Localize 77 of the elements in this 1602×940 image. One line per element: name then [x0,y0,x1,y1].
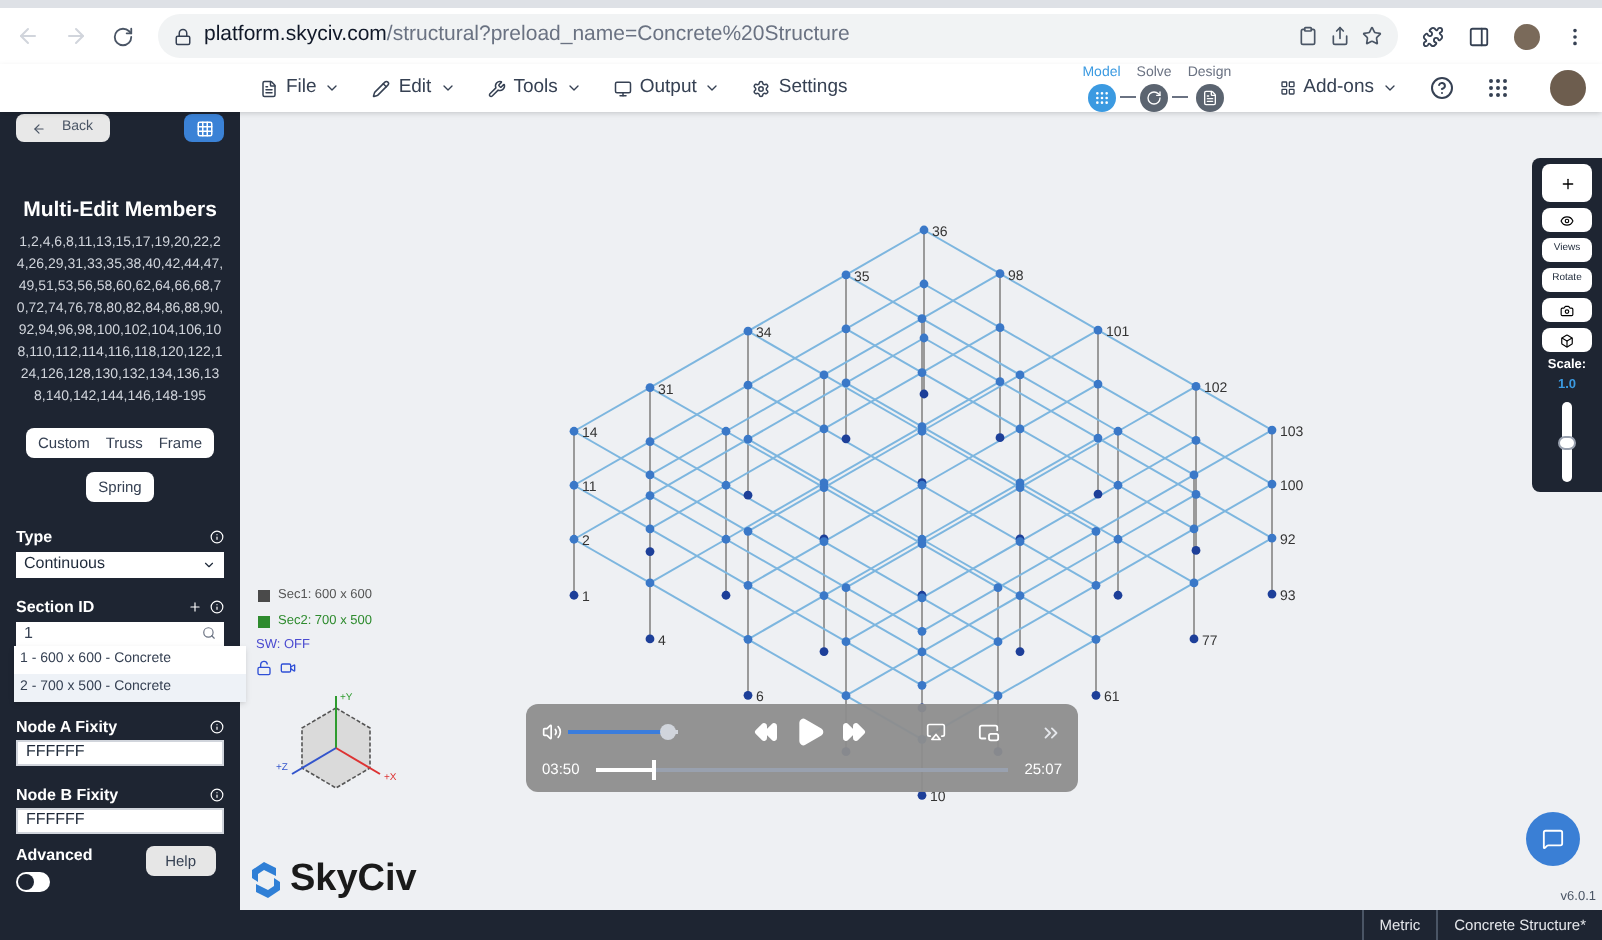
profile-avatar[interactable] [1514,23,1540,49]
menu-button[interactable]: Settings [752,73,848,103]
section-search-field[interactable]: 1 [16,621,224,646]
add-icon[interactable] [188,600,202,615]
help-icon[interactable] [1430,76,1454,100]
screenshot-button[interactable] [1542,298,1592,322]
settings-icon [752,79,771,97]
user-avatar[interactable] [1550,70,1586,106]
field-label: Node A Fixity [16,715,118,740]
caret-icon [1382,80,1398,96]
table-view-button[interactable] [184,114,224,142]
field-label: Type [16,525,53,550]
progress-thumb[interactable] [651,759,656,780]
info-icon[interactable] [210,530,224,545]
caret-icon [439,80,456,96]
lock-icon [174,27,192,45]
field-label: Section ID [16,595,95,620]
rewind-icon[interactable] [754,720,778,744]
play-icon[interactable] [794,716,826,748]
scale-slider-thumb[interactable] [1558,435,1576,449]
share-icon[interactable] [1330,26,1350,46]
info-icon[interactable] [210,720,224,735]
info-icon[interactable] [210,788,224,803]
apps-grid-icon[interactable] [1486,76,1510,100]
extensions-icon[interactable] [1422,25,1444,47]
arrow-left-icon [32,121,46,135]
cube-view-button[interactable] [1542,328,1592,352]
menu-button[interactable]: Tools [487,73,582,103]
reload-icon[interactable] [112,25,134,47]
node-b-fixity-field[interactable]: FFFFFF [16,807,224,834]
fast-forward-icon[interactable] [842,720,866,744]
address-bar[interactable]: platform.skyciv.com/structural?preload_name=Concrete%20Structure [158,14,1398,58]
addons-button[interactable]: Add-ons [1279,73,1398,103]
info-icon[interactable] [210,600,224,615]
chat-button[interactable] [1526,812,1580,866]
eye-icon [1560,213,1574,227]
table-icon [195,119,213,137]
skyciv-logo-text: SkyCiv [290,856,417,904]
axis-cube-drawing[interactable] [291,695,381,789]
clipboard-icon[interactable] [1298,26,1318,46]
document-icon [1201,90,1218,107]
node-a-fixity-field[interactable]: FFFFFF [16,739,224,766]
star-icon[interactable] [1362,26,1382,46]
advanced-toggle[interactable] [16,871,50,892]
add-button[interactable] [1542,164,1592,202]
menu-button[interactable]: Output [613,73,721,103]
chat-icon [1542,828,1564,850]
url-text: platform.skyciv.com/structural?preload_name=Concrete%20Structure [204,20,850,51]
cube-icon [1560,333,1574,347]
caret-icon [704,80,721,96]
edit-icon [372,79,391,97]
caret-icon [324,80,341,96]
field-label: Advanced [16,843,93,868]
airplay-icon[interactable] [926,722,946,742]
side-panel-icon[interactable] [1468,25,1490,47]
search-icon [202,626,216,641]
plus-icon [1559,175,1575,191]
picture-in-picture-icon[interactable] [978,721,1000,743]
output-icon [613,79,632,97]
volume-icon[interactable] [542,722,562,742]
video-camera-icon[interactable] [280,660,296,676]
type-select[interactable]: Continuous [16,551,224,578]
file-icon [260,79,278,97]
volume-thumb[interactable] [659,724,675,740]
menu-button[interactable]: Edit [372,73,456,103]
caret-icon [565,80,582,96]
visibility-button[interactable] [1542,208,1592,232]
unlock-icon[interactable] [256,660,272,676]
panel-title: Multi-Edit Members [21,196,219,226]
menu-button[interactable]: File [260,73,341,103]
field-label: Node B Fixity [16,783,119,808]
tools-icon [487,79,506,97]
scale-slider-track[interactable] [1562,402,1572,482]
grid-icon [1279,80,1296,96]
camera-icon [1560,303,1574,317]
caret-icon [202,557,216,572]
skyciv-logo-icon [250,860,282,901]
